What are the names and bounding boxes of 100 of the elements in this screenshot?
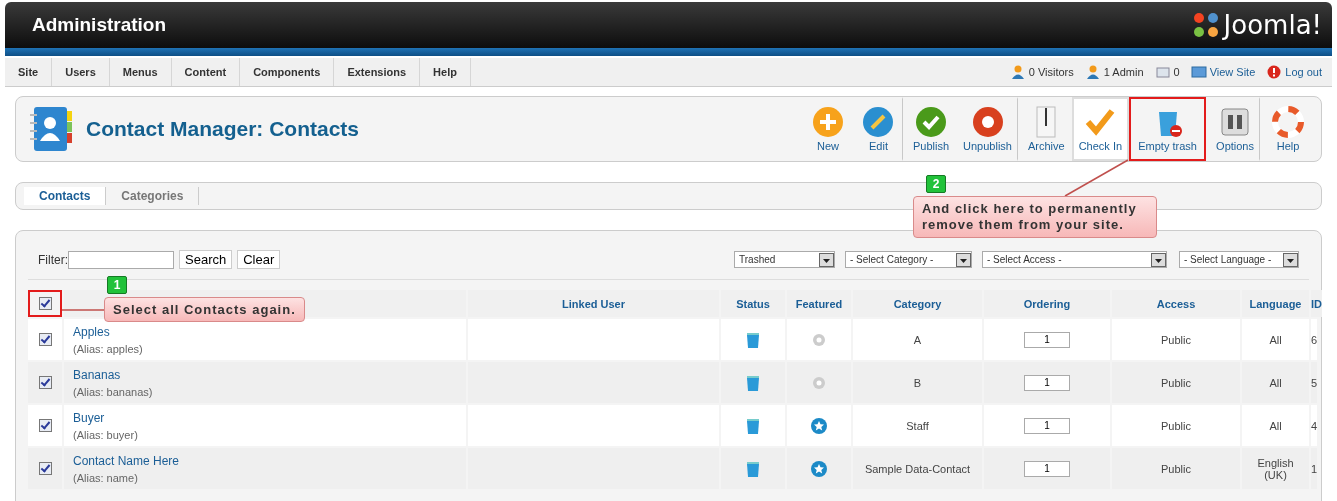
toolbar-button[interactable]: Edit: [852, 97, 903, 161]
caret-icon: [1151, 252, 1166, 267]
menu-item[interactable]: Menus: [109, 58, 172, 86]
id-cell: 4: [1311, 405, 1318, 446]
toolbar-button[interactable]: Help: [1263, 97, 1313, 161]
alert-icon: [1266, 65, 1283, 79]
contact-link[interactable]: Buyer: [73, 410, 105, 425]
alias-text: (Alias: buyer): [73, 428, 138, 441]
column-header[interactable]: Ordering: [984, 290, 1110, 317]
pencil-icon: [862, 106, 895, 138]
leader-line: [1064, 159, 1129, 197]
contact-link[interactable]: Bananas: [73, 367, 121, 382]
callout-text: And click here to permanently remove them from your site.: [913, 196, 1157, 238]
stop-icon: [971, 106, 1004, 138]
toolbar-button[interactable]: Unpublish: [956, 97, 1018, 161]
toolbar-button[interactable]: Publish: [905, 97, 957, 161]
step-badge: 2: [926, 175, 946, 193]
menu-item[interactable]: Extensions: [334, 58, 421, 86]
access-cell: Public: [1112, 362, 1240, 403]
contact-link[interactable]: Apples: [73, 324, 110, 339]
tab[interactable]: Contacts: [24, 187, 107, 205]
access-cell: Public: [1112, 448, 1240, 489]
trash-icon[interactable]: [746, 331, 760, 348]
page-title: Contact Manager: Contacts: [86, 117, 360, 141]
menu-item[interactable]: Content: [171, 58, 241, 86]
monitor-icon: [1190, 65, 1207, 79]
search-button[interactable]: Search: [179, 250, 233, 269]
trash-icon[interactable]: [746, 374, 760, 391]
id-cell: 1: [1311, 448, 1318, 489]
access-cell: Public: [1112, 319, 1240, 360]
select-all-checkbox[interactable]: [38, 297, 52, 310]
tab[interactable]: Categories: [106, 187, 200, 205]
category-cell: A: [853, 319, 982, 360]
envelope-icon: [1154, 65, 1171, 79]
ordering-field[interactable]: 1: [1024, 374, 1070, 391]
language-cell: All: [1242, 405, 1309, 446]
category-cell: Staff: [853, 405, 982, 446]
filter-field[interactable]: [68, 250, 174, 269]
status-link[interactable]: 0: [1154, 65, 1180, 79]
menu-item[interactable]: Users: [52, 58, 110, 86]
trash-icon[interactable]: [746, 460, 760, 477]
id-cell: 6: [1311, 319, 1318, 360]
toolbar-button[interactable]: Options: [1209, 97, 1260, 161]
status-link[interactable]: 0 Visitors: [1009, 65, 1074, 79]
language-cell: All: [1242, 319, 1309, 360]
alias-text: (Alias: apples): [73, 342, 143, 355]
row-checkbox[interactable]: [38, 333, 52, 346]
leader-line: [61, 309, 105, 311]
alias-text: (Alias: bananas): [73, 385, 153, 398]
menu-item[interactable]: Site: [5, 58, 53, 86]
ordering-field[interactable]: 1: [1024, 331, 1070, 348]
filter-dropdown[interactable]: - Select Category -: [845, 251, 972, 268]
address-book-icon: [28, 105, 74, 153]
column-header[interactable]: Linked User: [468, 290, 719, 317]
column-header[interactable]: ID: [1311, 290, 1322, 317]
category-cell: Sample Data-Contact: [853, 448, 982, 489]
site-title: Administration: [32, 14, 167, 36]
column-header[interactable]: Status: [721, 290, 785, 317]
filter-dropdown[interactable]: - Select Access -: [982, 251, 1167, 268]
row-checkbox[interactable]: [38, 462, 52, 475]
column-header[interactable]: Category: [853, 290, 982, 317]
logo-text: Joomla!: [1223, 10, 1322, 40]
clear-button[interactable]: Clear: [237, 250, 281, 269]
status-link[interactable]: View Site: [1190, 65, 1256, 79]
toolbar-button[interactable]: Archive: [1020, 97, 1072, 161]
filter-dropdown[interactable]: Trashed: [734, 251, 835, 268]
trash-icon[interactable]: [746, 417, 760, 434]
caret-icon: [819, 252, 834, 267]
column-header[interactable]: Language: [1242, 290, 1309, 317]
callout-text: Select all Contacts again.: [104, 297, 305, 322]
menu-item[interactable]: Components: [240, 58, 335, 86]
toolbar-button[interactable]: Empty trash: [1129, 97, 1207, 161]
status-link[interactable]: 1 Admin: [1084, 65, 1144, 79]
alias-text: (Alias: name): [73, 471, 138, 484]
column-header[interactable]: Access: [1112, 290, 1240, 317]
user-icon: [1084, 65, 1101, 79]
contact-link[interactable]: Contact Name Here: [73, 453, 180, 468]
user-icon: [1009, 65, 1026, 79]
ordering-field[interactable]: 1: [1024, 460, 1070, 477]
ordering-field[interactable]: 1: [1024, 417, 1070, 434]
language-cell: All: [1242, 362, 1309, 403]
language-cell: English (UK): [1242, 448, 1309, 489]
lifebuoy-icon: [1272, 106, 1304, 138]
filter-dropdown[interactable]: - Select Language -: [1179, 251, 1299, 268]
toolbar-button[interactable]: New: [802, 97, 853, 161]
checkmark-icon: [915, 106, 947, 138]
caret-icon: [1283, 252, 1298, 267]
row-checkbox[interactable]: [38, 376, 52, 389]
toolbar-button[interactable]: Check In: [1071, 97, 1130, 161]
access-cell: Public: [1112, 405, 1240, 446]
filter-label: Filter:: [38, 252, 68, 267]
id-cell: 5: [1311, 362, 1318, 403]
status-link[interactable]: Log out: [1266, 65, 1322, 79]
column-header[interactable]: Featured: [787, 290, 851, 317]
plus-icon: [811, 106, 844, 138]
step-badge: 1: [107, 276, 127, 294]
category-cell: B: [853, 362, 982, 403]
menu-item[interactable]: Help: [420, 58, 471, 86]
checkmark-icon: [1084, 106, 1117, 138]
row-checkbox[interactable]: [38, 419, 52, 432]
